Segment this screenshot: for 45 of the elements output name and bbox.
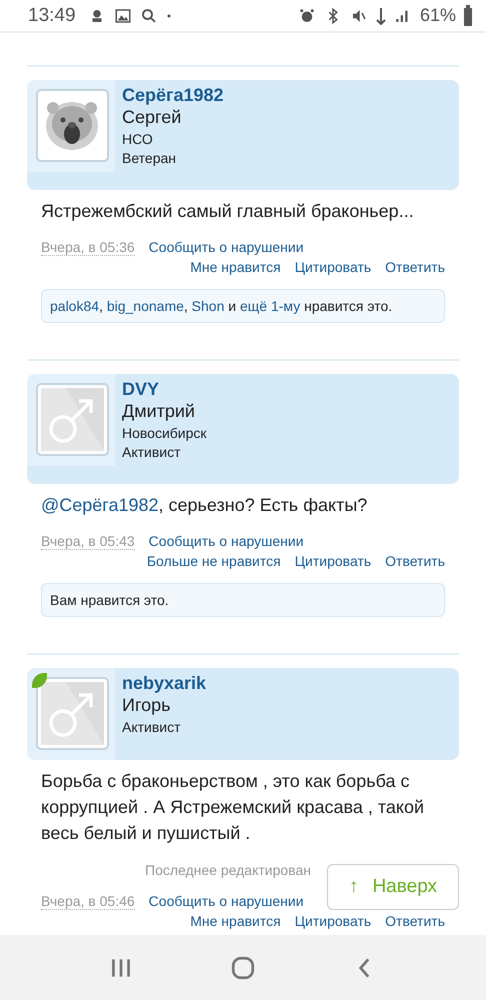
user-link[interactable]: Shon bbox=[192, 298, 224, 314]
likes-summary: Вам нравится это. bbox=[41, 583, 445, 617]
dot-icon bbox=[166, 12, 172, 18]
action-link[interactable]: Ответить bbox=[385, 913, 445, 929]
edited-note: Последнее редактирован bbox=[145, 862, 311, 878]
image-icon bbox=[114, 6, 132, 24]
user-link[interactable]: big_noname bbox=[106, 298, 184, 314]
username[interactable]: DVY bbox=[122, 379, 207, 400]
user-rank: Активист bbox=[122, 444, 182, 460]
username[interactable]: nebyxarik bbox=[122, 673, 206, 694]
battery-icon bbox=[464, 5, 472, 26]
battery-percent: 61% bbox=[420, 5, 456, 26]
post-date: Вчера, в 05:46 bbox=[41, 893, 135, 910]
report-link[interactable]: Сообщить о нарушении bbox=[148, 533, 304, 549]
action-link[interactable]: Цитировать bbox=[294, 553, 372, 569]
action-link[interactable]: Ответить bbox=[385, 259, 445, 275]
user-link[interactable]: ещё 1-му bbox=[240, 298, 300, 314]
username[interactable]: Серёга1982 bbox=[122, 85, 224, 106]
user-location: Новосибирск bbox=[122, 425, 207, 441]
user-link[interactable]: @Серёга1982 bbox=[41, 495, 159, 515]
real-name: Сергей bbox=[122, 107, 182, 128]
likes-summary: palok84, big_noname, Shon и ещё 1-му нравится это. bbox=[41, 289, 445, 323]
user-rank: Ветеран bbox=[122, 150, 178, 166]
action-link[interactable]: Больше не нравится bbox=[146, 553, 281, 569]
post-message: Борьба с браконьерством , это как борьба с коррупцией . А Ястрежемский красава , такой весь белый и пушистый . bbox=[40, 770, 426, 845]
online-indicator bbox=[32, 673, 47, 688]
home-icon bbox=[230, 954, 256, 980]
real-name: Игорь bbox=[122, 695, 172, 716]
action-link[interactable]: Цитировать bbox=[294, 259, 372, 275]
action-link[interactable]: Мне нравится bbox=[190, 913, 281, 929]
real-name: Дмитрий bbox=[122, 401, 196, 422]
search-icon bbox=[140, 6, 158, 24]
post-message: Ястрежембский самый главный браконьер... bbox=[40, 200, 415, 223]
user-rank: Активист bbox=[122, 719, 182, 735]
report-link[interactable]: Сообщить о нарушении bbox=[148, 893, 304, 909]
action-link[interactable]: Цитировать bbox=[294, 913, 372, 929]
post-date: Вчера, в 05:36 bbox=[41, 239, 135, 256]
action-link[interactable]: Ответить bbox=[385, 553, 445, 569]
action-link[interactable]: Мне нравится bbox=[190, 259, 281, 275]
post-date: Вчера, в 05:43 bbox=[41, 533, 135, 550]
user-location: НСО bbox=[122, 131, 154, 147]
report-link[interactable]: Сообщить о нарушении bbox=[148, 239, 304, 255]
user-link[interactable]: palok84 bbox=[50, 298, 100, 314]
post-message: @Серёга1982, серьезно? Есть факты? bbox=[40, 494, 368, 517]
status-time: 13:49 bbox=[28, 4, 76, 26]
